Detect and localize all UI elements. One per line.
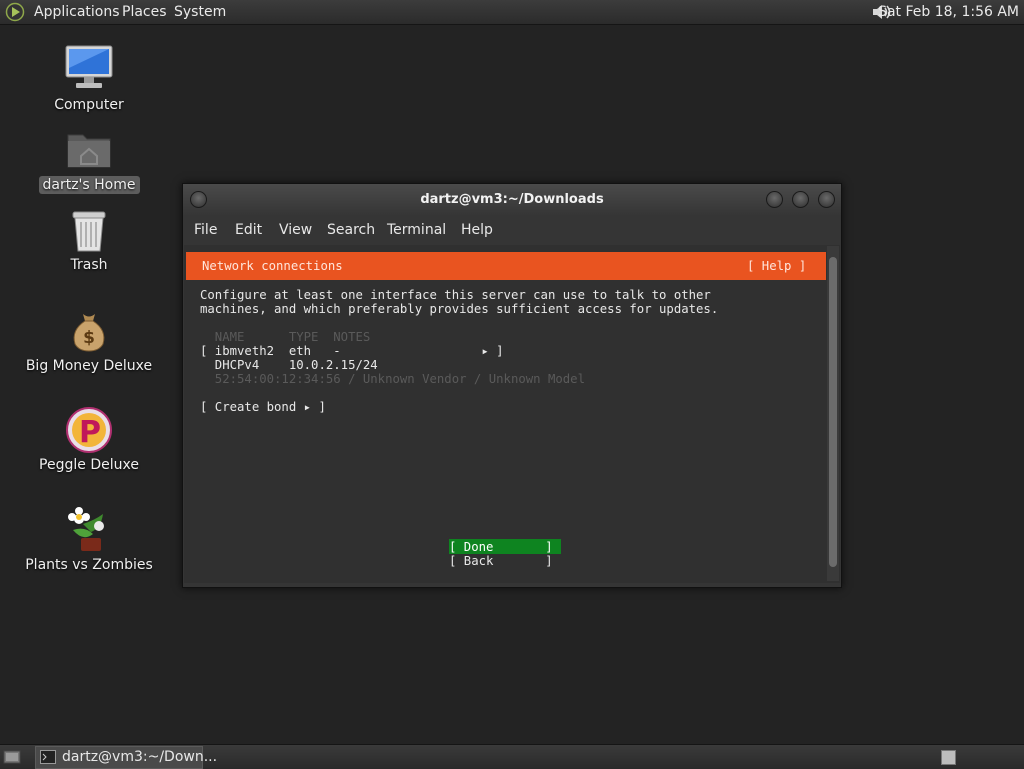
terminal-window[interactable]: dartz@vm3:~/Downloads File Edit View Sea… — [182, 183, 842, 588]
back-button[interactable]: [ Back ] — [449, 554, 553, 568]
interface-table-header: NAME TYPE NOTES — [200, 330, 371, 344]
desktop-icon-home[interactable]: dartz's Home — [14, 129, 164, 195]
terminal-content[interactable]: Network connections [ Help ] Configure a… — [184, 245, 840, 583]
menu-places[interactable]: Places — [122, 4, 167, 20]
terminal-icon — [40, 750, 56, 764]
clock[interactable]: Sat Feb 18, 1:56 AM — [878, 4, 1019, 20]
terminal-menubar: File Edit View Search Terminal Help — [183, 216, 841, 244]
desktop-icon-big-money[interactable]: $ Big Money Deluxe — [14, 310, 164, 376]
taskbar-item-terminal[interactable]: dartz@vm3:~/Down... — [35, 746, 217, 769]
menu-system[interactable]: System — [174, 4, 226, 20]
installer-header-banner: Network connections [ Help ] — [186, 252, 826, 280]
help-button[interactable]: [ Help ] — [747, 259, 806, 273]
top-panel: Applications Places System Sat Feb 18, 1… — [0, 0, 1024, 25]
interface-row-ibmveth2[interactable]: [ ibmveth2 eth - ▸ ] — [200, 344, 504, 358]
desktop-icon-label: Trash — [70, 257, 108, 273]
bottom-panel: dartz@vm3:~/Down... — [0, 744, 1024, 769]
menu-edit[interactable]: Edit — [235, 222, 262, 238]
close-button[interactable] — [818, 191, 835, 208]
desktop-icon-computer[interactable]: Computer — [14, 44, 164, 116]
desktop-icon-plants-vs-zombies[interactable]: Plants vs Zombies — [14, 506, 164, 574]
interface-address: DHCPv4 10.0.2.15/24 — [200, 358, 378, 372]
window-titlebar[interactable]: dartz@vm3:~/Downloads — [183, 184, 841, 216]
menu-search[interactable]: Search — [327, 222, 375, 238]
screen-title: Network connections — [202, 259, 343, 273]
desktop-icon-label: Big Money Deluxe — [25, 358, 153, 374]
window-title: dartz@vm3:~/Downloads — [420, 192, 604, 207]
money-bag-icon: $ — [73, 314, 105, 352]
peggle-icon: P — [66, 407, 112, 453]
svg-text:P: P — [79, 415, 101, 450]
desktop-icon-label: Plants vs Zombies — [25, 557, 153, 573]
menu-applications[interactable]: Applications — [34, 4, 120, 20]
menu-terminal[interactable]: Terminal — [387, 222, 446, 238]
intro-text-line-2: machines, and which preferably provides … — [200, 302, 719, 316]
plant-icon — [68, 507, 104, 551]
minimize-button[interactable] — [766, 191, 783, 208]
scrollbar-thumb[interactable] — [829, 257, 837, 567]
menu-file[interactable]: File — [194, 222, 217, 238]
intro-text-line-1: Configure at least one interface this se… — [200, 288, 711, 302]
create-bond-button[interactable]: [ Create bond ▸ ] — [200, 400, 326, 414]
distro-logo-icon[interactable] — [5, 2, 25, 22]
workspace-switcher-icon[interactable] — [941, 750, 956, 765]
menu-help[interactable]: Help — [461, 222, 493, 238]
done-button[interactable]: [ Done ] — [449, 540, 553, 554]
computer-icon — [65, 45, 113, 88]
show-desktop-icon[interactable] — [3, 749, 21, 765]
desktop-icon-peggle[interactable]: P Peggle Deluxe — [14, 406, 164, 474]
svg-text:$: $ — [83, 328, 95, 348]
desktop-icon-trash[interactable]: Trash — [14, 209, 164, 275]
desktop-icon-label: dartz's Home — [38, 176, 140, 194]
interface-hardware-info: 52:54:00:12:34:56 / Unknown Vendor / Unk… — [200, 372, 585, 386]
home-folder-icon — [67, 134, 111, 168]
menu-view[interactable]: View — [279, 222, 312, 238]
taskbar-item-label: dartz@vm3:~/Down... — [62, 749, 218, 765]
desktop-icon-label: Computer — [54, 97, 124, 113]
desktop-icon-label: Peggle Deluxe — [39, 457, 139, 473]
trash-icon — [72, 211, 106, 252]
maximize-button[interactable] — [792, 191, 809, 208]
